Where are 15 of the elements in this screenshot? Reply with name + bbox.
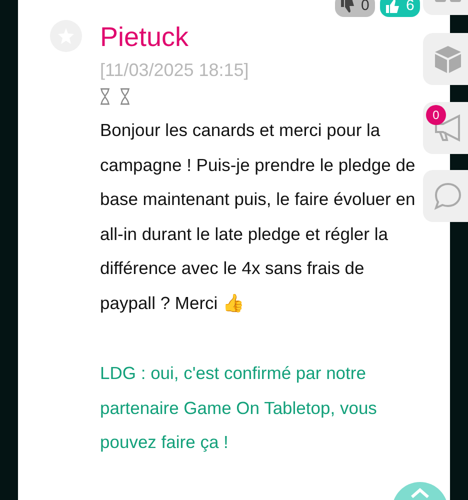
comment-text: Bonjour les canards et merci pour la campagne ! Puis-je prendre le pledge de base maintenant puis, le faire évoluer en all-in durant le late pledge et régler la différence avec le 4x sans frais de paypall ? Merci 👍 xyxy=(100,119,416,315)
side-menu-button[interactable] xyxy=(423,170,468,222)
author-name[interactable]: Pietuck xyxy=(100,20,416,54)
side-menu-button[interactable] xyxy=(423,33,468,85)
side-menu-button[interactable]: 0 xyxy=(423,102,468,154)
answer-text: LDG : oui, c'est confirmé par notre partenaire Game On Tabletop, vous pouvez faire ça ! xyxy=(100,362,378,454)
cube-icon xyxy=(433,44,463,74)
hourglass-icon xyxy=(120,88,130,105)
post-date: [11/03/2025 18:15] xyxy=(100,59,250,82)
chevron-up-icon xyxy=(410,488,430,498)
speech-bubble-icon xyxy=(433,181,463,211)
thumbs-down-icon xyxy=(341,0,355,12)
thumbs-up-icon xyxy=(386,0,400,12)
hourglass-icon xyxy=(100,88,110,105)
notification-badge: 0 xyxy=(426,105,446,125)
